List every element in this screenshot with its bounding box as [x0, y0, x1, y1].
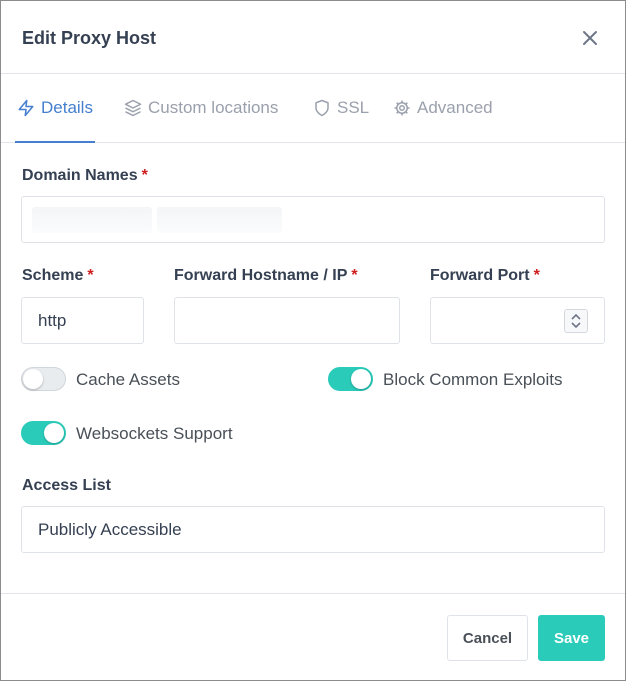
port-stepper[interactable]	[564, 309, 588, 333]
chevron-down-icon	[571, 322, 581, 329]
toggle-knob	[351, 369, 371, 389]
footer-divider	[1, 593, 625, 594]
cache-assets-label: Cache Assets	[76, 370, 180, 389]
tab-bar: Details Custom locations SSL Advanced	[1, 74, 625, 143]
close-icon[interactable]	[579, 27, 601, 49]
tab-custom-locations[interactable]: Custom locations	[124, 74, 278, 142]
forward-port-label-text: Forward Port	[430, 267, 530, 284]
required-mark: *	[87, 267, 94, 284]
save-button[interactable]: Save	[538, 615, 605, 661]
domain-names-label-text: Domain Names	[22, 167, 138, 184]
chevron-up-icon	[571, 313, 581, 320]
domain-chip[interactable]	[157, 207, 282, 233]
forward-port-label: Forward Port *	[430, 267, 540, 285]
forward-hostname-input[interactable]	[174, 297, 400, 344]
tab-label: Details	[41, 98, 93, 117]
forward-hostname-label-text: Forward Hostname / IP	[174, 267, 348, 284]
tab-label: Advanced	[417, 98, 493, 117]
zap-icon	[18, 99, 34, 117]
tab-ssl[interactable]: SSL	[313, 74, 369, 142]
required-mark: *	[141, 167, 148, 184]
forward-port-input[interactable]	[430, 297, 605, 344]
access-list-value: Publicly Accessible	[38, 519, 182, 539]
scheme-value: http	[38, 310, 67, 330]
toggle-knob	[23, 369, 43, 389]
block-common-exploits-label: Block Common Exploits	[383, 370, 563, 389]
cache-assets-toggle[interactable]	[21, 367, 66, 391]
tab-details[interactable]: Details	[15, 74, 95, 143]
websockets-support-label: Websockets Support	[76, 424, 233, 443]
tab-advanced[interactable]: Advanced	[393, 74, 493, 142]
access-list-label: Access List	[22, 477, 111, 494]
toggle-knob	[44, 423, 64, 443]
modal-title: Edit Proxy Host	[22, 28, 157, 48]
access-list-select[interactable]: Publicly Accessible	[21, 506, 605, 553]
domain-chip[interactable]	[32, 207, 152, 233]
gear-icon	[394, 100, 410, 116]
domain-names-input[interactable]	[21, 196, 605, 243]
modal-header: Edit Proxy Host	[1, 1, 625, 74]
cancel-button[interactable]: Cancel	[447, 615, 528, 661]
domain-names-label: Domain Names *	[22, 167, 148, 185]
edit-proxy-host-modal: Edit Proxy Host Details Custom locations…	[0, 0, 626, 681]
tab-label: SSL	[337, 98, 370, 117]
required-mark: *	[533, 267, 540, 284]
websockets-support-toggle[interactable]	[21, 421, 66, 445]
tab-label: Custom locations	[148, 98, 279, 117]
scheme-label: Scheme *	[22, 267, 94, 285]
shield-icon	[315, 99, 329, 117]
scheme-input[interactable]: http	[21, 297, 144, 344]
scheme-label-text: Scheme	[22, 267, 84, 284]
forward-hostname-label: Forward Hostname / IP *	[174, 267, 358, 285]
layers-icon	[124, 99, 142, 117]
block-common-exploits-toggle[interactable]	[328, 367, 373, 391]
required-mark: *	[351, 267, 358, 284]
